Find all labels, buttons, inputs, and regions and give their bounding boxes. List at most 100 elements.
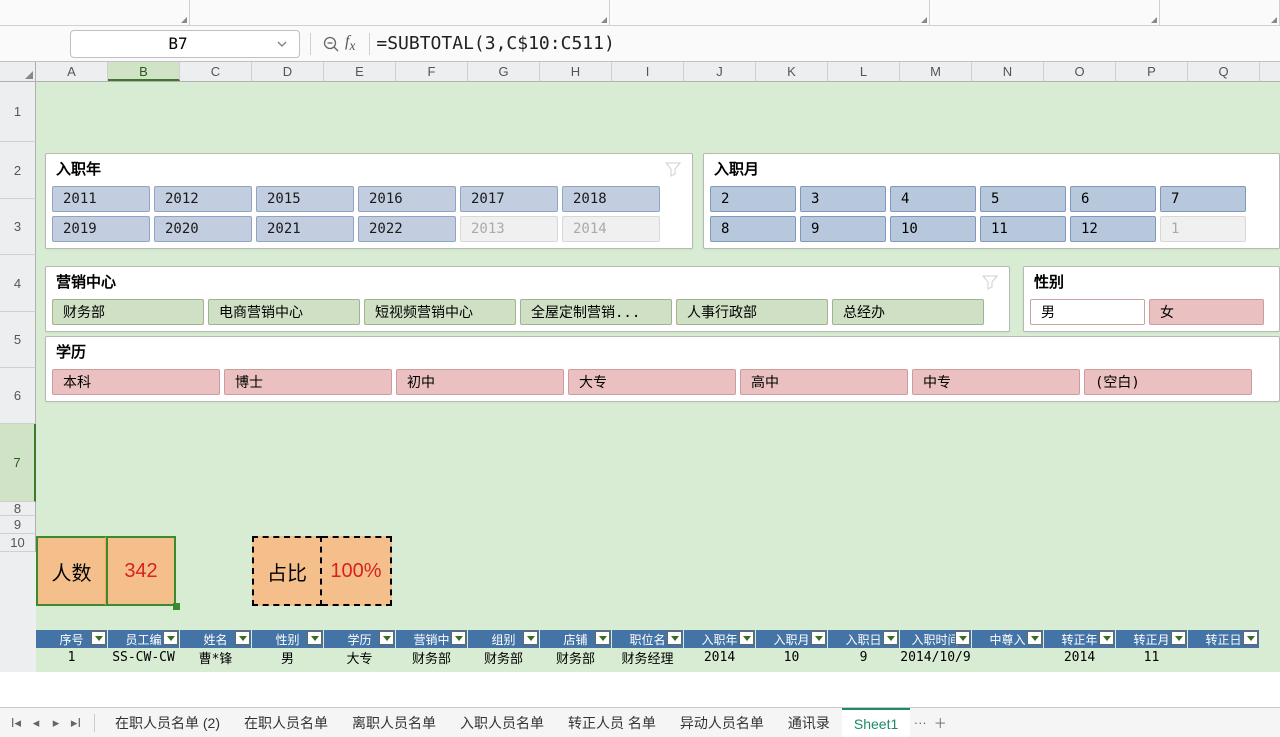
slicer-year-item[interactable]: 2016	[358, 186, 456, 212]
filter-dropdown-icon[interactable]	[163, 631, 178, 645]
row-header-9[interactable]: 9	[0, 516, 36, 534]
row-header-2[interactable]: 2	[0, 142, 36, 199]
clear-filter-icon[interactable]	[981, 273, 999, 291]
slicer-month-item[interactable]: 1	[1160, 216, 1246, 242]
filter-dropdown-icon[interactable]	[1171, 631, 1186, 645]
row-header-1[interactable]: 1	[0, 82, 36, 142]
col-header-K[interactable]: K	[756, 62, 828, 81]
col-header-L[interactable]: L	[828, 62, 900, 81]
table-data-cell[interactable]: 财务部	[396, 648, 468, 666]
table-data-cell[interactable]: 2014/10/9	[900, 648, 972, 666]
add-sheet-button[interactable]: ＋	[930, 713, 950, 732]
slicer-year-item[interactable]: 2019	[52, 216, 150, 242]
table-data-cell[interactable]: 1	[36, 648, 108, 666]
table-data-cell[interactable]: 9	[828, 648, 900, 666]
tab-nav-last[interactable]: ▸І	[66, 715, 86, 731]
slicer-month-item[interactable]: 7	[1160, 186, 1246, 212]
slicer-edu-item[interactable]: 博士	[224, 369, 392, 395]
filter-dropdown-icon[interactable]	[739, 631, 754, 645]
slicer-year-item[interactable]: 2018	[562, 186, 660, 212]
filter-dropdown-icon[interactable]	[523, 631, 538, 645]
slicer-month-item[interactable]: 3	[800, 186, 886, 212]
slicer-dept-item[interactable]: 财务部	[52, 299, 204, 325]
tab-menu-icon[interactable]: ···	[910, 715, 930, 730]
row-header-4[interactable]: 4	[0, 255, 36, 312]
slicer-edu-item[interactable]: 高中	[740, 369, 908, 395]
slicer-dept-item[interactable]: 短视频营销中心	[364, 299, 516, 325]
sheet-tab[interactable]: 在职人员名单	[232, 708, 340, 737]
col-header-D[interactable]: D	[252, 62, 324, 81]
sheet-tab[interactable]: 异动人员名单	[668, 708, 776, 737]
table-data-cell[interactable]: 2014	[684, 648, 756, 666]
slicer-dept[interactable]: 营销中心 财务部电商营销中心短视频营销中心全屋定制营销...人事行政部总经办	[45, 266, 1010, 332]
slicer-gender-item[interactable]: 男	[1030, 299, 1145, 325]
table-data-cell[interactable]: 男	[252, 648, 324, 666]
table-data-cell[interactable]	[972, 648, 1044, 666]
filter-dropdown-icon[interactable]	[595, 631, 610, 645]
sheet-tab[interactable]: 通讯录	[776, 708, 842, 737]
slicer-gender[interactable]: 性别 男女	[1023, 266, 1280, 332]
table-data-cell[interactable]: 大专	[324, 648, 396, 666]
zoom-out-icon[interactable]	[317, 35, 345, 53]
slicer-dept-item[interactable]: 人事行政部	[676, 299, 828, 325]
slicer-gender-item[interactable]: 女	[1149, 299, 1264, 325]
filter-dropdown-icon[interactable]	[451, 631, 466, 645]
slicer-month-item[interactable]: 2	[710, 186, 796, 212]
row-header-7[interactable]: 7	[0, 424, 36, 502]
slicer-month-item[interactable]: 4	[890, 186, 976, 212]
row-header-6[interactable]: 6	[0, 368, 36, 424]
row-header-10[interactable]: 10	[0, 534, 36, 552]
tab-nav-next[interactable]: ▸	[46, 715, 66, 731]
col-header-Q[interactable]: Q	[1188, 62, 1260, 81]
sheet-tab[interactable]: 在职人员名单 (2)	[103, 708, 232, 737]
table-data-cell[interactable]: 10	[756, 648, 828, 666]
filter-dropdown-icon[interactable]	[1027, 631, 1042, 645]
filter-dropdown-icon[interactable]	[883, 631, 898, 645]
sheet-cells[interactable]: 入职年 201120122015201620172018201920202021…	[36, 82, 1280, 672]
slicer-edu-item[interactable]: 初中	[396, 369, 564, 395]
table-data-cell[interactable]	[1188, 648, 1260, 666]
col-header-B[interactable]: B	[108, 62, 180, 81]
sheet-tab[interactable]: 入职人员名单	[448, 708, 556, 737]
filter-dropdown-icon[interactable]	[91, 631, 106, 645]
slicer-dept-item[interactable]: 电商营销中心	[208, 299, 360, 325]
sheet-tab[interactable]: Sheet1	[842, 708, 910, 737]
table-data-cell[interactable]: 曹*锋	[180, 648, 252, 666]
slicer-edu-item[interactable]: 中专	[912, 369, 1080, 395]
slicer-dept-item[interactable]: 总经办	[832, 299, 984, 325]
col-header-H[interactable]: H	[540, 62, 612, 81]
row-header-5[interactable]: 5	[0, 312, 36, 368]
filter-dropdown-icon[interactable]	[379, 631, 394, 645]
slicer-month-item[interactable]: 9	[800, 216, 886, 242]
tab-nav-first[interactable]: І◂	[6, 715, 26, 731]
slicer-year-item[interactable]: 2013	[460, 216, 558, 242]
slicer-year-item[interactable]: 2021	[256, 216, 354, 242]
filter-dropdown-icon[interactable]	[667, 631, 682, 645]
filter-dropdown-icon[interactable]	[955, 631, 970, 645]
col-header-P[interactable]: P	[1116, 62, 1188, 81]
col-header-J[interactable]: J	[684, 62, 756, 81]
name-box[interactable]: B7	[70, 30, 300, 58]
col-header-I[interactable]: I	[612, 62, 684, 81]
slicer-edu-item[interactable]: 本科	[52, 369, 220, 395]
col-header-F[interactable]: F	[396, 62, 468, 81]
slicer-year-item[interactable]: 2014	[562, 216, 660, 242]
slicer-year-item[interactable]: 2011	[52, 186, 150, 212]
slicer-year-item[interactable]: 2022	[358, 216, 456, 242]
slicer-year-item[interactable]: 2015	[256, 186, 354, 212]
slicer-month-item[interactable]: 6	[1070, 186, 1156, 212]
sheet-tab[interactable]: 转正人员 名单	[556, 708, 668, 737]
table-data-cell[interactable]: 财务部	[468, 648, 540, 666]
col-header-G[interactable]: G	[468, 62, 540, 81]
slicer-month-item[interactable]: 8	[710, 216, 796, 242]
slicer-edu-item[interactable]: 大专	[568, 369, 736, 395]
slicer-month[interactable]: 入职月 234567891011121	[703, 153, 1280, 249]
row-header-8[interactable]: 8	[0, 502, 36, 516]
name-box-dropdown-icon[interactable]	[275, 37, 289, 51]
filter-dropdown-icon[interactable]	[1243, 631, 1258, 645]
col-header-M[interactable]: M	[900, 62, 972, 81]
clear-filter-icon[interactable]	[664, 160, 682, 178]
col-header-A[interactable]: A	[36, 62, 108, 81]
filter-dropdown-icon[interactable]	[235, 631, 250, 645]
slicer-month-item[interactable]: 5	[980, 186, 1066, 212]
